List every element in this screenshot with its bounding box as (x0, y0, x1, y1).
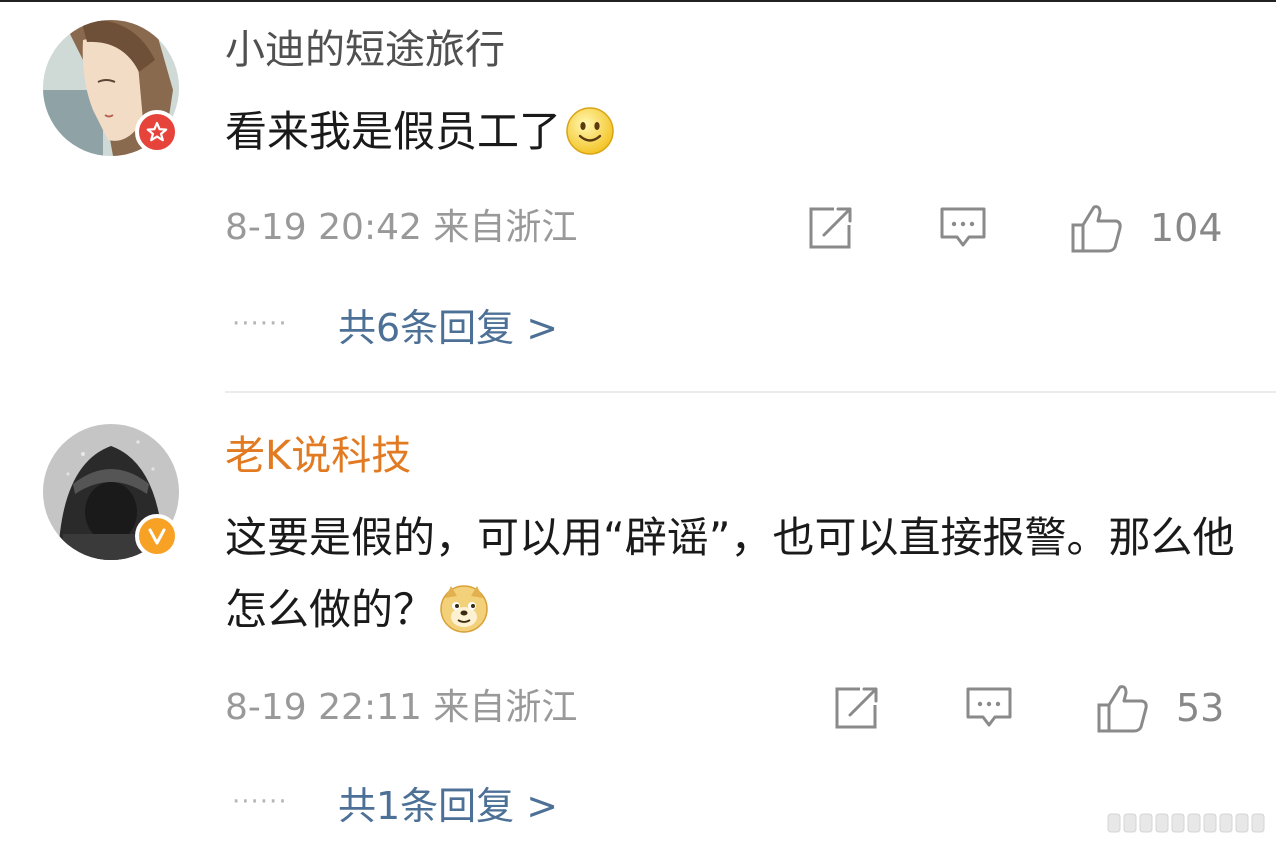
view-replies-link[interactable]: 共6条回复 > (338, 297, 558, 352)
watermark-icon (1106, 812, 1266, 834)
comment-icon (940, 207, 986, 247)
like-count: 53 (1176, 686, 1225, 730)
share-icon (809, 207, 852, 249)
like-button[interactable]: 104 (1070, 204, 1223, 253)
replies-row[interactable]: ······ 共1条回复 > (232, 775, 558, 830)
comment-text: 这要是假的，可以用“辟谣”，也可以直接报警。那么他怎么做的？ (225, 502, 1235, 646)
reply-dots: ······ (232, 309, 288, 339)
comment-text: 看来我是假员工了 (225, 96, 1235, 168)
view-replies-link[interactable]: 共1条回复 > (338, 775, 558, 830)
replies-row[interactable]: ······ 共6条回复 > (232, 297, 558, 352)
doge-emoji (439, 584, 489, 634)
red-star-badge (135, 110, 179, 154)
star-icon (146, 121, 168, 142)
orange-v-badge (135, 514, 179, 558)
thumbs-up-icon (1097, 685, 1148, 733)
comment-meta: 8-19 20:42 来自浙江 (225, 207, 578, 248)
comment-button[interactable] (938, 204, 988, 252)
like-button[interactable]: 53 (1096, 684, 1225, 733)
comment-body: 这要是假的，可以用“辟谣”，也可以直接报警。那么他怎么做的？ (225, 513, 1235, 634)
comment-icon (966, 687, 1012, 727)
smile-emoji (565, 106, 615, 156)
comment-meta: 8-19 22:11 来自浙江 (225, 687, 578, 728)
thumbs-up-icon (1071, 205, 1122, 253)
like-count: 104 (1150, 206, 1223, 250)
comment-button[interactable] (964, 684, 1014, 732)
comment-body: 看来我是假员工了 (225, 107, 562, 156)
share-button[interactable] (832, 684, 882, 732)
comment-divider (225, 391, 1276, 393)
top-border (0, 0, 1276, 2)
username[interactable]: 老K说科技 (225, 430, 411, 482)
username[interactable]: 小迪的短途旅行 (225, 24, 505, 76)
share-button[interactable] (806, 204, 856, 252)
verified-v-icon (148, 528, 166, 545)
share-icon (835, 687, 878, 729)
reply-dots: ······ (232, 787, 288, 817)
